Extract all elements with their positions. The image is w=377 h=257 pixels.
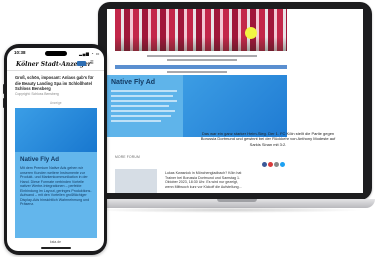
native-ad-image[interactable] (15, 108, 97, 152)
mail-icon[interactable] (274, 162, 279, 167)
twitter-icon[interactable] (280, 162, 285, 167)
section-label: MORE FORUM (115, 155, 140, 159)
native-ad-panel[interactable]: Native Fly Ad Mit dem Premium Native Ads… (15, 152, 97, 238)
native-ad-body (111, 90, 179, 125)
ad-banner-strip[interactable] (115, 65, 287, 69)
ball-graphic (245, 27, 257, 39)
photo-caption-line (167, 59, 237, 61)
native-ad-panel[interactable]: Native Fly Ad (107, 75, 183, 137)
laptop-notch (217, 199, 257, 202)
stadium-photo-shade (115, 37, 287, 51)
share-icons[interactable] (262, 154, 286, 172)
article-excerpt: Lukas Kwasniok in Mönchengladbach? Köln … (165, 171, 242, 189)
status-time: 10:38 (14, 50, 26, 55)
native-ad-body: Mit dem Premium Native Ads gehen wir uns… (20, 166, 92, 207)
native-ad-title: Native Fly Ad (111, 79, 156, 86)
native-ad-image[interactable] (183, 75, 287, 137)
status-icons: ▂▄▆ ◔ ▭ (79, 51, 100, 56)
facebook-icon[interactable] (262, 162, 267, 167)
url-bar[interactable]: ksta.de (7, 240, 104, 244)
pinterest-icon[interactable] (268, 162, 273, 167)
photo-caption-line (147, 55, 257, 57)
laptop-shadow (90, 207, 365, 213)
phone-screen: 10:38 ▂▄▆ ◔ ▭ Kölner Stadt-Anzeiger ≡ Gr… (7, 48, 104, 251)
dynamic-island (45, 51, 67, 56)
home-indicator (41, 247, 71, 249)
subscribe-button[interactable] (77, 61, 86, 66)
text-line (167, 71, 227, 73)
ad-label: Anzeige (50, 101, 62, 105)
article-meta: Copyright: Schloss Bensberg (15, 92, 59, 96)
article-thumbnail[interactable] (115, 169, 157, 193)
native-ad-title: Native Fly Ad (20, 156, 59, 163)
laptop-screen: Native Fly Ad Das war ein ganz starker H… (107, 9, 363, 193)
article-title: Groß, schön, imposant: Anlass gab's für … (15, 75, 94, 92)
menu-icon[interactable]: ≡ (90, 60, 94, 66)
article-caption: Das war ein ganz starker Heim-Sieg. Der … (200, 131, 336, 147)
